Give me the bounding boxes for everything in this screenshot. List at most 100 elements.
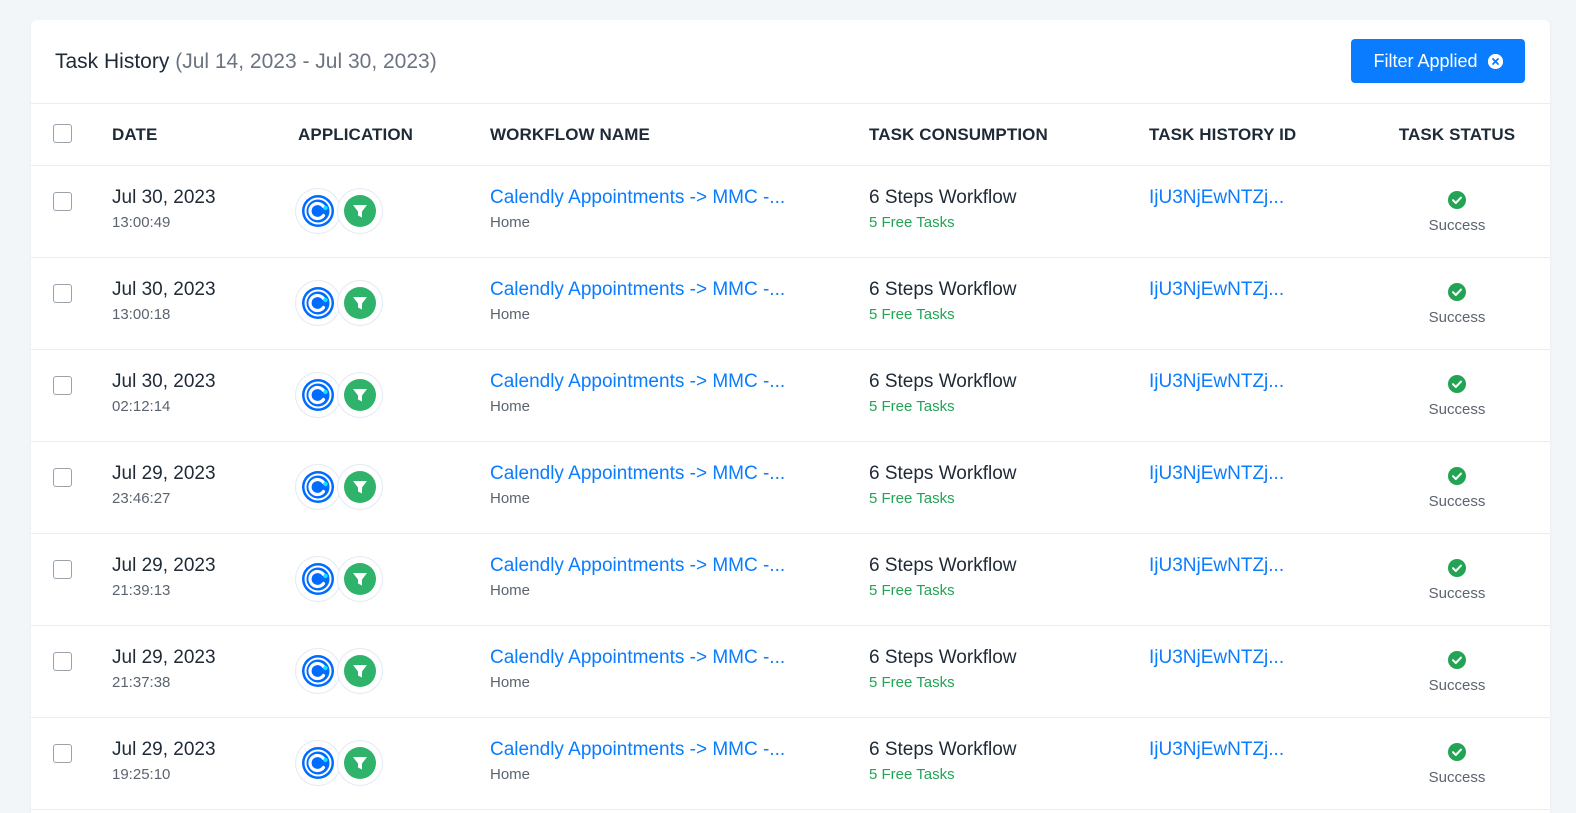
row-time: 13:00:18	[112, 306, 171, 323]
row-workflow-name-link[interactable]: Calendly Appointments -> MMC -...	[490, 554, 785, 578]
row-status: Success	[1367, 650, 1547, 696]
row-time: 02:12:14	[112, 398, 171, 415]
row-applications	[295, 280, 395, 328]
row-workflow-name-link[interactable]: Calendly Appointments -> MMC -...	[490, 370, 785, 394]
row-checkbox[interactable]	[53, 468, 72, 487]
filter-icon	[337, 372, 383, 418]
row-select-cell	[53, 376, 72, 395]
row-free-tasks: 5 Free Tasks	[869, 766, 955, 783]
page-title: Task History (Jul 14, 2023 - Jul 30, 202…	[55, 48, 437, 76]
row-checkbox[interactable]	[53, 560, 72, 579]
check-circle-icon	[1447, 282, 1467, 302]
row-task-history-id-link[interactable]: IjU3NjEwNTZj...	[1149, 646, 1284, 670]
close-circle-icon[interactable]	[1487, 53, 1503, 69]
row-status: Success	[1367, 282, 1547, 328]
row-task-history-id-link[interactable]: IjU3NjEwNTZj...	[1149, 554, 1284, 578]
row-workflow-folder: Home	[490, 490, 531, 507]
filter-applied-button[interactable]: Filter Applied	[1351, 39, 1525, 83]
row-status: Success	[1367, 374, 1547, 420]
card-header: Task History (Jul 14, 2023 - Jul 30, 202…	[31, 20, 1550, 104]
calendly-icon	[295, 372, 341, 418]
row-checkbox[interactable]	[53, 652, 72, 671]
filter-icon	[337, 188, 383, 234]
row-task-history-id-link[interactable]: IjU3NjEwNTZj...	[1149, 186, 1284, 210]
status-label: Success	[1428, 493, 1486, 510]
filter-icon	[337, 556, 383, 602]
row-checkbox[interactable]	[53, 192, 72, 211]
row-steps: 6 Steps Workflow	[869, 371, 1017, 392]
row-applications	[295, 740, 395, 788]
row-select-cell	[53, 744, 72, 763]
row-date: Jul 29, 2023	[112, 739, 216, 760]
row-checkbox[interactable]	[53, 376, 72, 395]
calendly-icon	[295, 464, 341, 510]
row-free-tasks: 5 Free Tasks	[869, 214, 955, 231]
table-row: Jul 29, 2023 21:37:38 Calendly Appointme…	[31, 626, 1550, 718]
row-select-cell	[53, 560, 72, 579]
row-time: 21:37:38	[112, 674, 171, 691]
row-workflow-name-link[interactable]: Calendly Appointments -> MMC -...	[490, 462, 785, 486]
row-workflow-folder: Home	[490, 766, 531, 783]
row-applications	[295, 464, 395, 512]
table-row: Jul 30, 2023 02:12:14 Calendly Appointme…	[31, 350, 1550, 442]
row-task-history-id-link[interactable]: IjU3NjEwNTZj...	[1149, 462, 1284, 486]
row-time: 21:39:13	[112, 582, 171, 599]
row-workflow-folder: Home	[490, 214, 531, 231]
row-select-cell	[53, 192, 72, 211]
filter-icon	[337, 648, 383, 694]
row-workflow-name-link[interactable]: Calendly Appointments -> MMC -...	[490, 738, 785, 762]
row-workflow-folder: Home	[490, 398, 531, 415]
row-workflow-folder: Home	[490, 306, 531, 323]
table-row: Jul 29, 2023 19:25:10 Calendly Appointme…	[31, 718, 1550, 810]
column-header-task-consumption: TASK CONSUMPTION	[869, 125, 1048, 144]
status-label: Success	[1428, 769, 1486, 786]
filter-icon	[337, 740, 383, 786]
row-checkbox[interactable]	[53, 744, 72, 763]
row-select-cell	[53, 284, 72, 303]
row-date: Jul 30, 2023	[112, 187, 216, 208]
row-free-tasks: 5 Free Tasks	[869, 582, 955, 599]
row-workflow-name-link[interactable]: Calendly Appointments -> MMC -...	[490, 646, 785, 670]
row-task-history-id-link[interactable]: IjU3NjEwNTZj...	[1149, 370, 1284, 394]
column-header-date[interactable]: DATE	[112, 123, 157, 147]
status-label: Success	[1428, 677, 1486, 694]
row-workflow-name-link[interactable]: Calendly Appointments -> MMC -...	[490, 278, 785, 302]
row-date: Jul 30, 2023	[112, 371, 216, 392]
task-history-card: Task History (Jul 14, 2023 - Jul 30, 202…	[31, 20, 1550, 813]
status-label: Success	[1428, 401, 1486, 418]
row-date: Jul 30, 2023	[112, 279, 216, 300]
filter-icon	[337, 280, 383, 326]
check-circle-icon	[1447, 190, 1467, 210]
filter-button-label: Filter Applied	[1373, 50, 1478, 71]
select-all-checkbox[interactable]	[53, 124, 72, 143]
row-workflow-name-link[interactable]: Calendly Appointments -> MMC -...	[490, 186, 785, 210]
calendly-icon	[295, 280, 341, 326]
row-steps: 6 Steps Workflow	[869, 279, 1017, 300]
row-steps: 6 Steps Workflow	[869, 739, 1017, 760]
row-task-history-id-link[interactable]: IjU3NjEwNTZj...	[1149, 738, 1284, 762]
row-free-tasks: 5 Free Tasks	[869, 306, 955, 323]
row-date: Jul 29, 2023	[112, 555, 216, 576]
date-range: (Jul 14, 2023 - Jul 30, 2023)	[175, 50, 437, 73]
row-workflow-folder: Home	[490, 582, 531, 599]
status-label: Success	[1428, 217, 1486, 234]
row-checkbox[interactable]	[53, 284, 72, 303]
check-circle-icon	[1447, 466, 1467, 486]
status-label: Success	[1428, 585, 1486, 602]
row-free-tasks: 5 Free Tasks	[869, 674, 955, 691]
row-steps: 6 Steps Workflow	[869, 187, 1017, 208]
row-steps: 6 Steps Workflow	[869, 647, 1017, 668]
status-label: Success	[1428, 309, 1486, 326]
row-status: Success	[1367, 190, 1547, 236]
table-row: Jul 30, 2023 13:00:49 Calendly Appointme…	[31, 166, 1550, 258]
row-date: Jul 29, 2023	[112, 463, 216, 484]
row-time: 13:00:49	[112, 214, 171, 231]
row-applications	[295, 372, 395, 420]
row-free-tasks: 5 Free Tasks	[869, 398, 955, 415]
row-task-history-id-link[interactable]: IjU3NjEwNTZj...	[1149, 278, 1284, 302]
select-all-cell	[53, 124, 72, 143]
row-workflow-folder: Home	[490, 674, 531, 691]
title-text: Task History	[55, 50, 170, 73]
row-applications	[295, 648, 395, 696]
row-select-cell	[53, 652, 72, 671]
